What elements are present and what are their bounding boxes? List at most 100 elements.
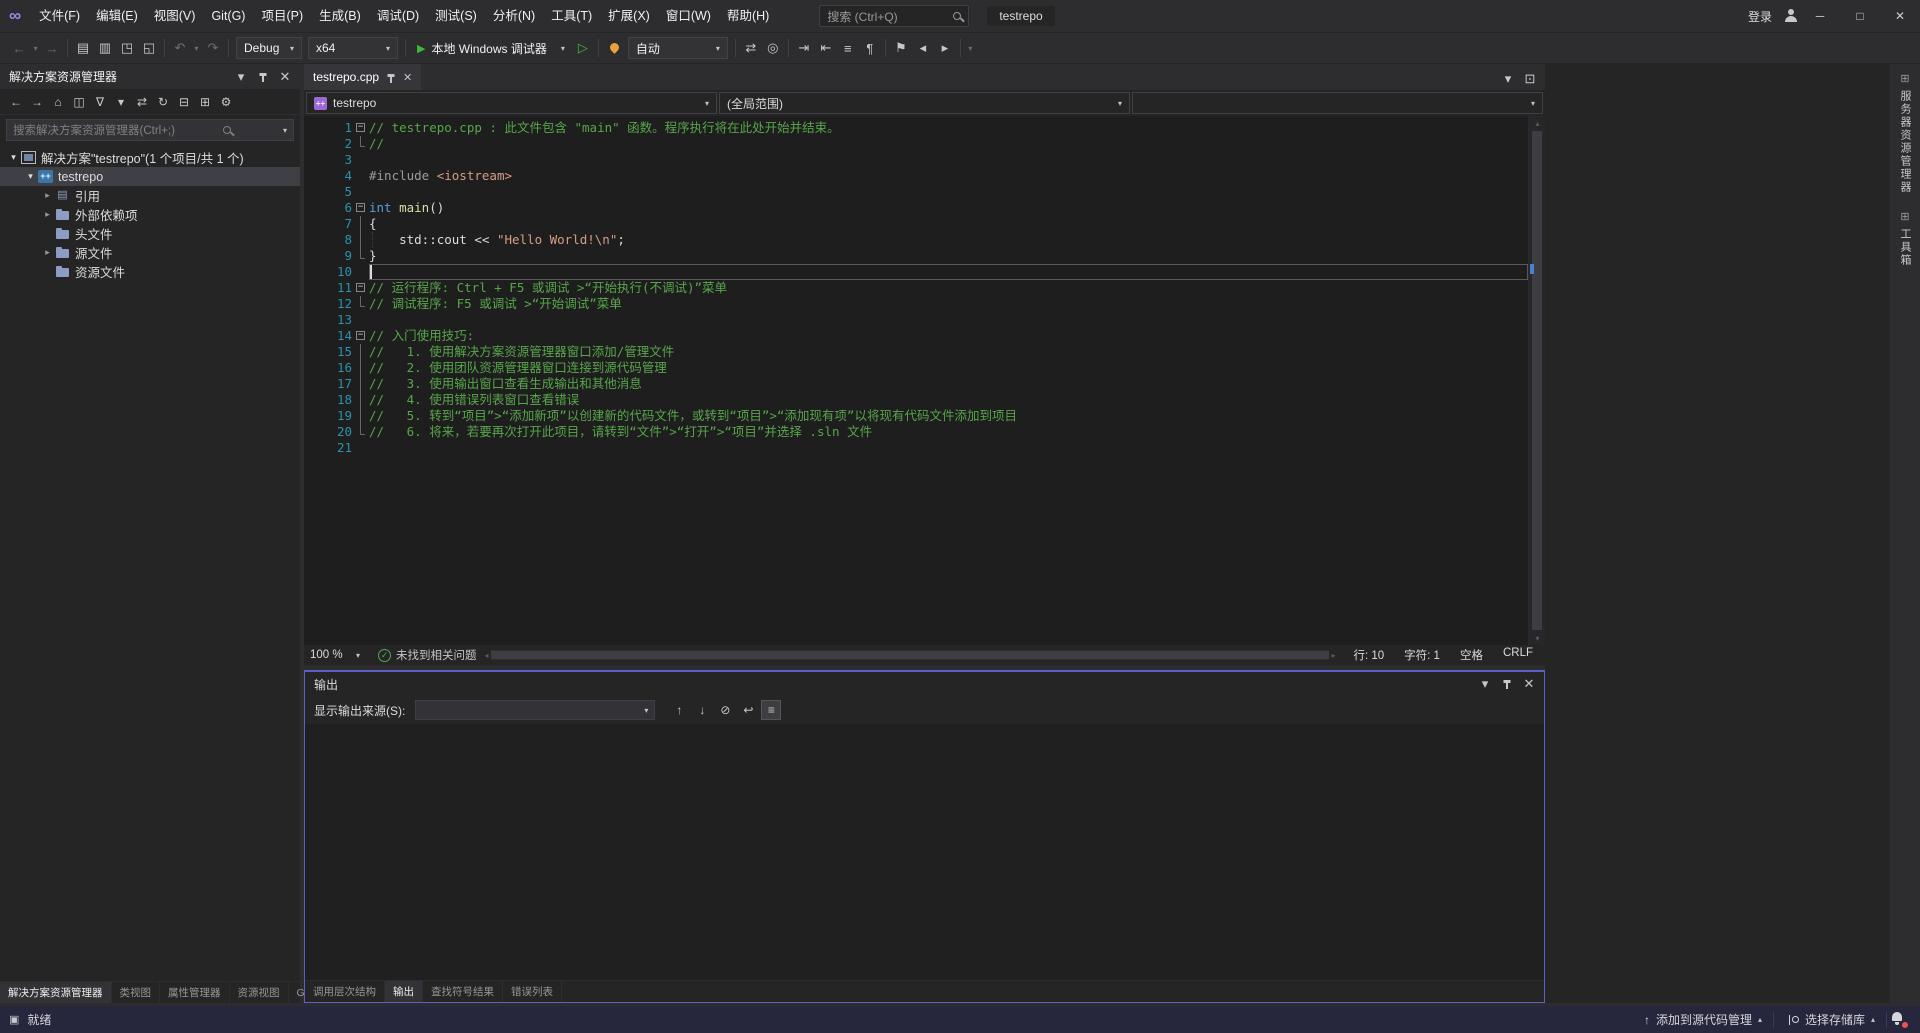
- fold-margin[interactable]: [352, 168, 369, 184]
- menu-item[interactable]: 帮助(H): [719, 0, 777, 33]
- window-position-chevron-icon[interactable]: ▾: [1474, 673, 1496, 695]
- fold-margin[interactable]: [352, 392, 369, 408]
- line-number[interactable]: 3: [318, 152, 352, 168]
- fold-margin[interactable]: −: [352, 280, 369, 296]
- close-icon[interactable]: ✕: [274, 66, 296, 88]
- line-number[interactable]: 15: [318, 344, 352, 360]
- panel-tab[interactable]: 输出: [385, 981, 423, 1002]
- close-icon[interactable]: ✕: [403, 71, 412, 84]
- close-icon[interactable]: ✕: [1518, 673, 1540, 695]
- line-number[interactable]: 5: [318, 184, 352, 200]
- fold-margin[interactable]: −: [352, 120, 369, 136]
- chevron-collapsed-icon[interactable]: ▸: [40, 209, 55, 220]
- background-tasks-icon[interactable]: ▣: [9, 1013, 19, 1026]
- menu-item[interactable]: 工具(T): [543, 0, 600, 33]
- open-file-icon[interactable]: ▥: [94, 37, 116, 59]
- code-lines[interactable]: 1−// testrepo.cpp : 此文件包含 "main" 函数。程序执行…: [304, 116, 1528, 645]
- previous-bookmark-icon[interactable]: ◂: [912, 37, 934, 59]
- new-project-icon[interactable]: ▤: [72, 37, 94, 59]
- line-number[interactable]: 4: [318, 168, 352, 184]
- toggle-word-wrap-icon[interactable]: ↩: [738, 700, 758, 720]
- fold-margin[interactable]: −: [352, 328, 369, 344]
- save-all-icon[interactable]: ◱: [138, 37, 160, 59]
- line-number[interactable]: 14: [318, 328, 352, 344]
- fold-margin[interactable]: [352, 360, 369, 376]
- zoom-dropdown[interactable]: 100 % ▾: [304, 645, 366, 665]
- next-message-icon[interactable]: ↓: [692, 700, 712, 720]
- pin-icon[interactable]: [1496, 673, 1518, 695]
- panel-tab[interactable]: 查找符号结果: [423, 981, 503, 1002]
- messages-list-icon[interactable]: ≡: [761, 700, 781, 720]
- tree-item[interactable]: 头文件: [0, 224, 300, 243]
- next-bookmark-icon[interactable]: ▸: [934, 37, 956, 59]
- quick-search-box[interactable]: 搜索 (Ctrl+Q): [819, 5, 969, 27]
- scroll-right-icon[interactable]: ▸: [1331, 651, 1335, 660]
- undo-history-chevron-icon[interactable]: ▾: [191, 37, 202, 59]
- vertical-scrollbar[interactable]: ▴ ▾: [1528, 116, 1545, 645]
- close-button[interactable]: ✕: [1880, 0, 1920, 33]
- tree-item[interactable]: ▸源文件: [0, 243, 300, 262]
- line-number[interactable]: 9: [318, 248, 352, 264]
- fold-collapse-icon[interactable]: −: [356, 331, 365, 340]
- filter-chevron-icon[interactable]: ▾: [111, 92, 131, 112]
- line-number[interactable]: 12: [318, 296, 352, 312]
- member-dropdown[interactable]: ▾: [1132, 92, 1543, 114]
- uncomment-lines-icon[interactable]: ¶: [859, 37, 881, 59]
- save-icon[interactable]: ◳: [116, 37, 138, 59]
- select-repository-button[interactable]: 选择存储库 ▴: [1774, 1006, 1886, 1033]
- maximize-button[interactable]: □: [1840, 0, 1880, 33]
- sign-in-button[interactable]: 登录: [1738, 8, 1782, 25]
- show-all-files-icon[interactable]: ⊞: [195, 92, 215, 112]
- hot-reload-mode-dropdown[interactable]: 自动▾: [628, 37, 728, 59]
- fold-margin[interactable]: [352, 232, 369, 248]
- pending-changes-filter-icon[interactable]: ∇: [90, 92, 110, 112]
- forward-icon[interactable]: →: [27, 92, 47, 112]
- line-number[interactable]: 16: [318, 360, 352, 376]
- chevron-expanded-icon[interactable]: ▾: [6, 152, 21, 163]
- tree-item[interactable]: ▸外部依赖项: [0, 205, 300, 224]
- hot-reload-icon[interactable]: [603, 37, 625, 59]
- eol-indicator[interactable]: CRLF: [1493, 647, 1543, 663]
- project-dropdown[interactable]: ++ testrepo ▾: [306, 92, 717, 114]
- panel-tab[interactable]: 类视图: [112, 982, 161, 1003]
- menu-item[interactable]: 项目(P): [253, 0, 311, 33]
- spaces-indicator[interactable]: 空格: [1450, 647, 1493, 663]
- menu-item[interactable]: 生成(B): [311, 0, 369, 33]
- fold-margin[interactable]: [352, 344, 369, 360]
- active-files-chevron-icon[interactable]: ▾: [1497, 68, 1519, 90]
- panel-tab[interactable]: 调用层次结构: [305, 981, 385, 1002]
- scroll-down-icon[interactable]: ▾: [1529, 631, 1546, 645]
- panel-tab[interactable]: 属性管理器: [160, 982, 230, 1003]
- line-number[interactable]: 17: [318, 376, 352, 392]
- chevron-collapsed-icon[interactable]: ▸: [40, 190, 55, 201]
- clear-all-icon[interactable]: ⊘: [715, 700, 735, 720]
- fold-margin[interactable]: [352, 440, 369, 456]
- scrollbar-thumb[interactable]: [491, 651, 1330, 659]
- start-without-debugging-icon[interactable]: ▷: [572, 37, 594, 59]
- fold-margin[interactable]: [352, 152, 369, 168]
- fold-margin[interactable]: [352, 136, 369, 152]
- toolbar-options-chevron-icon[interactable]: ▾: [965, 37, 976, 59]
- navigate-backward-icon[interactable]: ←: [8, 37, 30, 59]
- menu-item[interactable]: 分析(N): [485, 0, 543, 33]
- fold-margin[interactable]: [352, 216, 369, 232]
- scrollbar-thumb[interactable]: [1532, 131, 1542, 630]
- fold-margin[interactable]: [352, 376, 369, 392]
- refresh-icon[interactable]: ↻: [153, 92, 173, 112]
- start-debugging-button[interactable]: ▶ 本地 Windows 调试器 ▾: [410, 37, 572, 59]
- line-number[interactable]: 11: [318, 280, 352, 296]
- output-content[interactable]: [305, 724, 1544, 980]
- menu-item[interactable]: 编辑(E): [88, 0, 146, 33]
- output-source-dropdown[interactable]: ▾: [415, 700, 655, 720]
- horizontal-scrollbar[interactable]: ◂ ▸: [485, 648, 1336, 662]
- navigate-backward-history-chevron-icon[interactable]: ▾: [30, 37, 41, 59]
- properties-icon[interactable]: ⚙: [216, 92, 236, 112]
- auto-hide-tab[interactable]: ⊞服务器资源管理器: [1897, 72, 1913, 194]
- platform-dropdown[interactable]: x64 ▾: [308, 37, 398, 59]
- menu-item[interactable]: 测试(S): [427, 0, 485, 33]
- toggle-bookmark-icon[interactable]: ⚑: [890, 37, 912, 59]
- chevron-collapsed-icon[interactable]: ▸: [40, 247, 55, 258]
- panel-tab[interactable]: 解决方案资源管理器: [0, 982, 112, 1003]
- collapse-all-icon[interactable]: ⊟: [174, 92, 194, 112]
- window-position-chevron-icon[interactable]: ▾: [230, 66, 252, 88]
